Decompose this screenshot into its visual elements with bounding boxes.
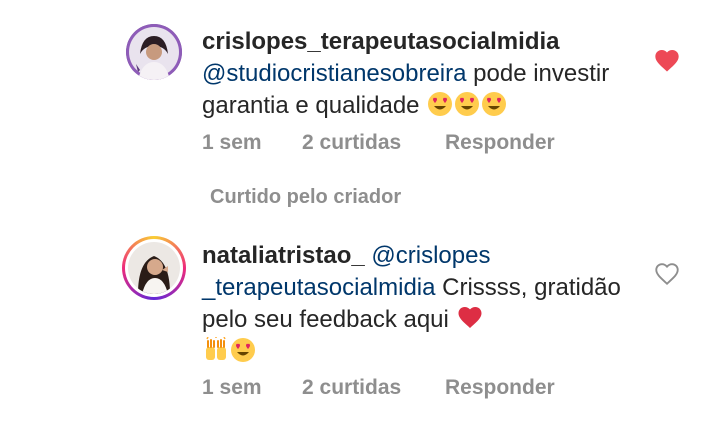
avatar[interactable] bbox=[122, 236, 186, 300]
comment-time: 1 sem bbox=[202, 131, 262, 154]
heart-eyes-emoji bbox=[231, 338, 255, 362]
avatar-photo bbox=[126, 24, 182, 80]
reply-button[interactable]: Responder bbox=[445, 376, 555, 400]
reply-button[interactable]: Responder bbox=[445, 131, 555, 155]
comment-text: crislopes_terapeutasocialmidia @studiocr… bbox=[202, 26, 622, 122]
heart-eyes-emoji bbox=[482, 92, 507, 116]
comment-meta: 1 sem 2 curtidas Responder bbox=[202, 131, 555, 155]
heart-eyes-emoji bbox=[428, 92, 453, 116]
comment-likes-count[interactable]: 2 curtidas bbox=[302, 376, 445, 400]
comment-text: nataliatristao_ @crislopes _terapeutasoc… bbox=[202, 240, 622, 368]
comment-username[interactable]: nataliatristao_ bbox=[202, 242, 365, 269]
liked-by-creator-label: Curtido pelo criador bbox=[210, 186, 402, 208]
raising-hands-emoji bbox=[206, 337, 226, 360]
red-heart-emoji bbox=[458, 307, 482, 328]
comment-likes-count[interactable]: 2 curtidas bbox=[302, 131, 445, 155]
avatar-photo bbox=[128, 242, 180, 294]
comment-username[interactable]: crislopes_terapeutasocialmidia bbox=[202, 28, 560, 55]
avatar[interactable] bbox=[126, 24, 182, 80]
comment-mention[interactable]: @studiocristianesobreira bbox=[202, 60, 466, 87]
comment-time: 1 sem bbox=[202, 376, 262, 399]
heart-outline-icon[interactable] bbox=[653, 260, 681, 288]
heart-filled-icon[interactable] bbox=[653, 47, 681, 75]
heart-eyes-emoji bbox=[455, 92, 480, 116]
comment-meta: 1 sem 2 curtidas Responder bbox=[202, 376, 555, 400]
